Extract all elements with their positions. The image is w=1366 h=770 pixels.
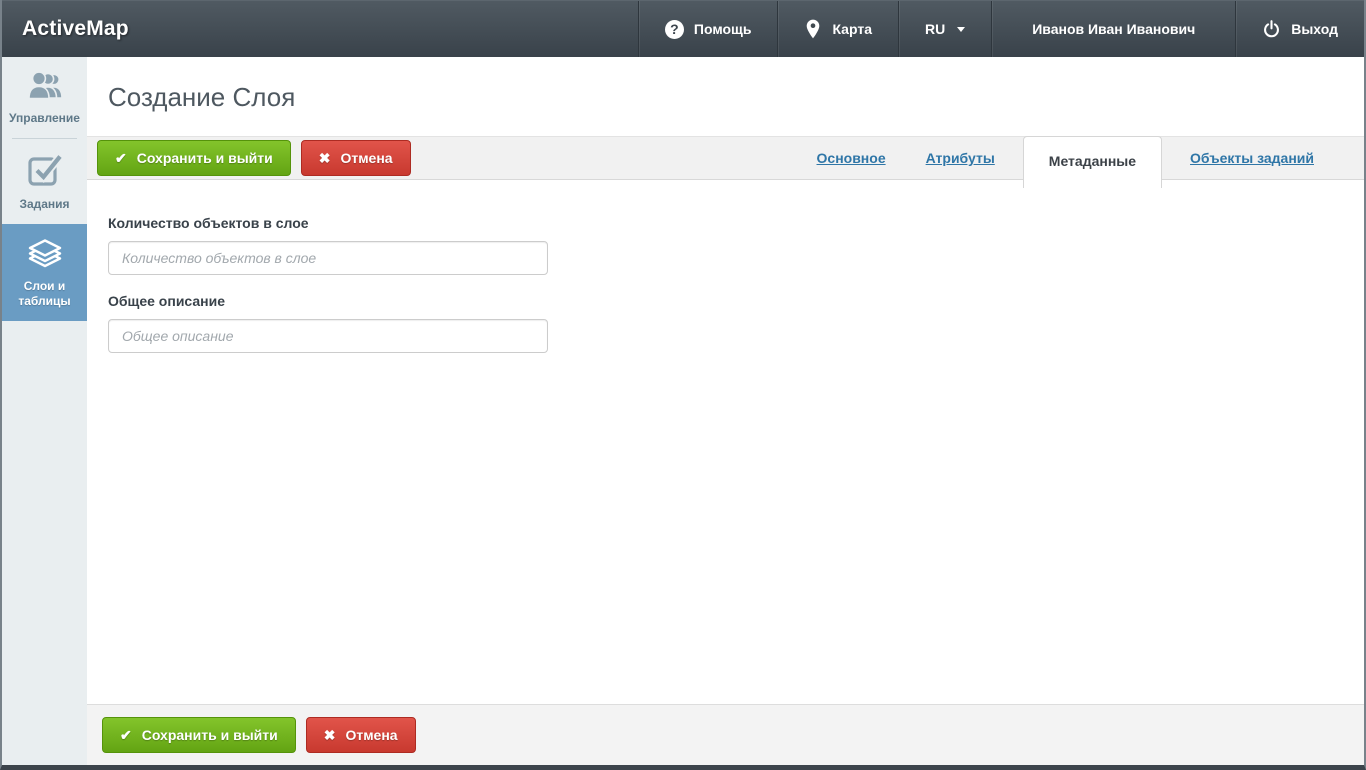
sidebar-item-zadaniya[interactable]: Задания <box>2 138 87 224</box>
top-navbar: ActiveMap ? Помощь Карта RU Иванов Иван … <box>2 0 1364 57</box>
x-icon: ✖ <box>319 150 331 167</box>
tab-osnovnoe[interactable]: Основное <box>817 150 886 166</box>
tab-bar: Основное Атрибуты Метаданные Объекты зад… <box>797 141 1334 175</box>
save-exit-label: Сохранить и выйти <box>137 150 273 166</box>
help-icon: ? <box>665 20 684 39</box>
map-pin-icon <box>804 18 822 40</box>
sidebar-item-label: Задания <box>19 197 69 212</box>
tab-obekty-zadaniy[interactable]: Объекты заданий <box>1190 150 1314 166</box>
nav-user[interactable]: Иванов Иван Иванович <box>991 1 1235 57</box>
sidebar-item-upravlenie[interactable]: Управление <box>2 57 87 138</box>
activemap-window: ActiveMap ? Помощь Карта RU Иванов Иван … <box>0 0 1366 770</box>
sidebar-item-sloi-i-tablicy[interactable]: Слои и таблицы <box>2 224 87 321</box>
nav-help[interactable]: ? Помощь <box>638 1 778 57</box>
page-header: Создание Слоя <box>87 57 1364 136</box>
tab-content-metadata: Количество объектов в слое Общее описани… <box>87 180 1364 704</box>
nav-map[interactable]: Карта <box>777 1 898 57</box>
footer-cancel-label: Отмена <box>345 727 397 743</box>
nav-language-label: RU <box>925 21 945 37</box>
layout: Управление Задания Слои и <box>2 57 1364 765</box>
tab-atributy[interactable]: Атрибуты <box>926 150 995 166</box>
check-icon: ✔ <box>120 727 132 744</box>
footer-toolbar: ✔ Сохранить и выйти ✖ Отмена <box>87 704 1364 765</box>
footer-cancel-button[interactable]: ✖ Отмена <box>306 717 416 753</box>
toolbar: ✔ Сохранить и выйти ✖ Отмена Основное Ат… <box>87 136 1364 180</box>
form-group-object-count: Количество объектов в слое <box>108 215 1343 275</box>
nav-user-label: Иванов Иван Иванович <box>1032 21 1195 37</box>
users-icon <box>25 70 65 102</box>
toolbar-buttons: ✔ Сохранить и выйти ✖ Отмена <box>97 140 411 176</box>
tab-metadannye[interactable]: Метаданные <box>1023 136 1162 188</box>
object-count-input[interactable] <box>108 241 548 275</box>
nav-language-select[interactable]: RU <box>898 1 991 57</box>
app-logo: ActiveMap <box>2 1 129 57</box>
main-panel: Создание Слоя ✔ Сохранить и выйти ✖ Отме… <box>87 57 1364 765</box>
layers-icon <box>24 237 66 270</box>
footer-buttons: ✔ Сохранить и выйти ✖ Отмена <box>102 717 416 753</box>
caret-down-icon <box>957 27 965 32</box>
description-input[interactable] <box>108 319 548 353</box>
sidebar: Управление Задания Слои и <box>2 57 87 765</box>
nav-map-label: Карта <box>832 21 872 37</box>
checkbox-icon <box>26 151 64 188</box>
description-label: Общее описание <box>108 293 1343 309</box>
check-icon: ✔ <box>115 150 127 167</box>
nav-help-label: Помощь <box>694 21 752 37</box>
nav-logout-label: Выход <box>1291 21 1338 37</box>
page-title: Создание Слоя <box>108 82 1364 113</box>
save-exit-button[interactable]: ✔ Сохранить и выйти <box>97 140 291 176</box>
form-group-description: Общее описание <box>108 293 1343 353</box>
footer-save-exit-button[interactable]: ✔ Сохранить и выйти <box>102 717 296 753</box>
sidebar-item-label: Управление <box>9 111 80 126</box>
x-icon: ✖ <box>324 727 336 744</box>
nav-logout[interactable]: Выход <box>1235 1 1364 57</box>
sidebar-item-label: Слои и таблицы <box>6 279 83 309</box>
cancel-button[interactable]: ✖ Отмена <box>301 140 411 176</box>
navbar-menu: ? Помощь Карта RU Иванов Иван Иванович <box>638 1 1364 57</box>
object-count-label: Количество объектов в слое <box>108 215 1343 231</box>
cancel-label: Отмена <box>340 150 392 166</box>
footer-save-exit-label: Сохранить и выйти <box>142 727 278 743</box>
power-icon <box>1262 20 1281 39</box>
